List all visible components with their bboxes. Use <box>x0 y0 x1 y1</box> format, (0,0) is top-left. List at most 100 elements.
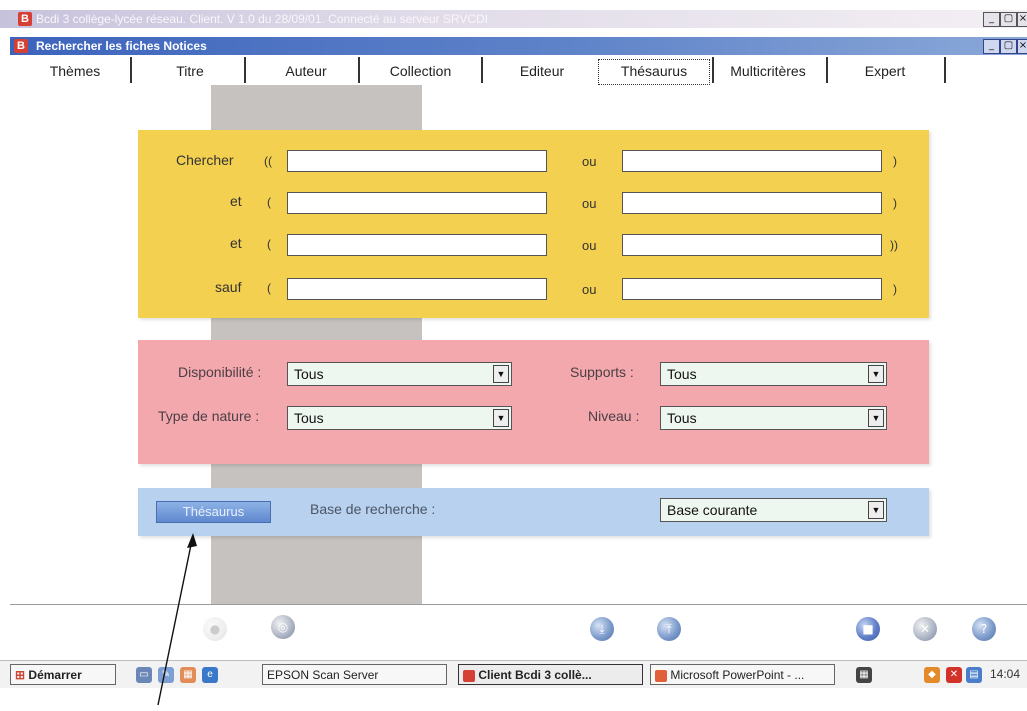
powerpoint-icon <box>655 669 667 682</box>
quicklaunch-app-icon[interactable]: ▦ <box>180 667 196 683</box>
tab-titre[interactable]: Titre <box>145 59 235 83</box>
tray-alert-icon[interactable]: ✕ <box>946 667 962 683</box>
search-row-4-close: ) <box>893 282 897 296</box>
search-row-3-or: ou <box>582 238 597 253</box>
tab-expert[interactable]: Expert <box>835 59 935 83</box>
search-row-2-field-2[interactable] <box>622 192 882 214</box>
taskbar-item-bcdi[interactable]: Client Bcdi 3 collè... <box>458 664 643 685</box>
taskbar-clock: 14:04 <box>990 667 1021 681</box>
chevron-down-icon[interactable]: ▼ <box>493 409 509 427</box>
dialog-title-bar: B Rechercher les fiches Notices <box>10 37 1027 55</box>
start-label: Démarrer <box>28 668 82 682</box>
help-icon[interactable]: ? <box>972 617 996 641</box>
bcdi-app-icon: B <box>18 12 32 26</box>
dialog-close-button[interactable]: × <box>1017 39 1027 54</box>
dialog-minimize-button[interactable]: _ <box>983 39 1000 54</box>
main-minimize-button[interactable]: _ <box>983 12 1000 27</box>
tab-separator <box>826 57 828 83</box>
disc-icon[interactable]: ◎ <box>271 615 295 639</box>
niveau-label: Niveau : <box>588 408 640 424</box>
supports-select[interactable]: Tous ▼ <box>660 362 887 386</box>
dialog-title: Rechercher les fiches Notices <box>36 39 207 53</box>
taskbar-item-epson[interactable]: EPSON Scan Server <box>262 664 447 685</box>
tab-separator <box>130 57 132 83</box>
search-row-2-close: ) <box>893 196 897 210</box>
taskbar-item-bcdi-label: Client Bcdi 3 collè... <box>478 668 592 682</box>
import-icon[interactable]: ⤓ <box>590 617 614 641</box>
internet-explorer-icon[interactable]: e <box>202 667 218 683</box>
tab-collection[interactable]: Collection <box>368 59 473 83</box>
search-row-4-label: sauf <box>215 279 242 295</box>
tray-app-icon[interactable]: ◆ <box>924 667 940 683</box>
supports-value: Tous <box>667 366 697 382</box>
search-row-1-label: Chercher <box>176 152 234 168</box>
type-nature-label: Type de nature : <box>158 408 260 424</box>
search-row-4-field-1[interactable] <box>287 278 547 300</box>
chevron-down-icon[interactable]: ▼ <box>493 365 509 383</box>
search-row-4-field-2[interactable] <box>622 278 882 300</box>
cancel-icon[interactable]: ✕ <box>913 617 937 641</box>
disponibilite-select[interactable]: Tous ▼ <box>287 362 512 386</box>
disabled-icon: ● <box>203 617 227 641</box>
tab-separator <box>944 57 946 83</box>
base-recherche-label: Base de recherche : <box>310 501 436 517</box>
taskbar-item-powerpoint[interactable]: Microsoft PowerPoint - ... <box>650 664 835 685</box>
chevron-down-icon[interactable]: ▼ <box>868 409 884 427</box>
language-bar-icon[interactable]: ▦ <box>856 667 872 683</box>
taskbar-item-powerpoint-label: Microsoft PowerPoint - ... <box>670 668 805 682</box>
tab-auteur[interactable]: Auteur <box>260 59 352 83</box>
start-button[interactable]: ⊞ Démarrer <box>10 664 116 685</box>
main-window-title-bar: B Bcdi 3 collège-lycée réseau. Client. V… <box>0 10 1027 28</box>
search-row-3-label: et <box>230 235 242 251</box>
main-window-title: Bcdi 3 collège-lycée réseau. Client. V 1… <box>36 12 489 26</box>
search-row-4-or: ou <box>582 282 597 297</box>
supports-label: Supports : <box>570 364 634 380</box>
chevron-down-icon[interactable]: ▼ <box>868 501 884 519</box>
disponibilite-value: Tous <box>294 366 324 382</box>
disponibilite-label: Disponibilité : <box>178 364 262 380</box>
bcdi-task-icon <box>463 669 475 682</box>
search-row-1-open: (( <box>264 154 272 168</box>
main-maximize-button[interactable]: ▢ <box>1000 12 1017 27</box>
base-recherche-select[interactable]: Base courante ▼ <box>660 498 887 522</box>
tab-separator <box>712 57 714 83</box>
search-row-3-field-1[interactable] <box>287 234 547 256</box>
show-desktop-icon[interactable]: ▭ <box>136 667 152 683</box>
dialog-maximize-button[interactable]: ▢ <box>1000 39 1017 54</box>
quicklaunch-edit-icon[interactable]: ✎ <box>158 667 174 683</box>
search-row-1-or: ou <box>582 154 597 169</box>
search-row-2-field-1[interactable] <box>287 192 547 214</box>
tab-thesaurus[interactable]: Thésaurus <box>598 59 710 85</box>
tab-separator <box>481 57 483 83</box>
windows-logo-icon: ⊞ <box>15 668 26 682</box>
tab-separator <box>358 57 360 83</box>
base-recherche-value: Base courante <box>667 502 758 518</box>
export-icon[interactable]: ⤒ <box>657 617 681 641</box>
network-icon[interactable]: ▤ <box>966 667 982 683</box>
tab-editeur[interactable]: Editeur <box>492 59 592 83</box>
tab-separator <box>244 57 246 83</box>
chevron-down-icon[interactable]: ▼ <box>868 365 884 383</box>
search-row-2-open: ( <box>267 195 271 209</box>
dialog-app-icon: B <box>14 39 28 53</box>
type-nature-value: Tous <box>294 410 324 426</box>
tab-multicriteres[interactable]: Multicritères <box>718 59 818 83</box>
search-row-2-label: et <box>230 193 242 209</box>
filters-panel <box>138 340 929 464</box>
search-row-1-close: ) <box>893 154 897 168</box>
search-row-3-open: ( <box>267 237 271 251</box>
toolbar-divider <box>10 604 1027 605</box>
main-close-button[interactable]: × <box>1017 12 1027 27</box>
search-row-4-open: ( <box>267 281 271 295</box>
niveau-select[interactable]: Tous ▼ <box>660 406 887 430</box>
tab-themes[interactable]: Thèmes <box>30 59 120 83</box>
type-nature-select[interactable]: Tous ▼ <box>287 406 512 430</box>
search-row-3-close: )) <box>890 238 898 252</box>
search-row-1-field-2[interactable] <box>622 150 882 172</box>
thesaurus-button[interactable]: Thésaurus <box>156 501 271 523</box>
search-row-1-field-1[interactable] <box>287 150 547 172</box>
search-row-2-or: ou <box>582 196 597 211</box>
search-row-3-field-2[interactable] <box>622 234 882 256</box>
niveau-value: Tous <box>667 410 697 426</box>
stop-icon[interactable]: ■ <box>856 617 880 641</box>
